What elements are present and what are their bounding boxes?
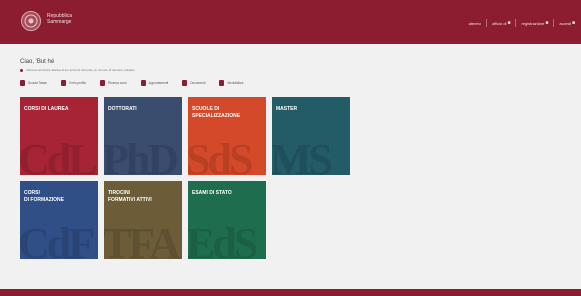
tile-master[interactable]: MS Master — [272, 97, 350, 175]
tile-watermark: CdF — [20, 219, 95, 259]
nav-divider — [553, 19, 555, 27]
quick-link-label: Documenti — [190, 81, 206, 85]
quick-link-label: Ricerca corsi — [108, 81, 127, 85]
quick-link-label: Scuola Tasse — [28, 81, 47, 85]
brand-name[interactable]: Repubblica Sammarge — [47, 13, 72, 25]
profile-icon — [60, 80, 66, 86]
tile-scuole-di-specializzazione[interactable]: SdS Scuole di specializzazione — [188, 97, 266, 175]
nav-divider — [485, 19, 487, 27]
top-header: Repubblica Sammarge ateneo ufficio di ■ … — [0, 0, 581, 44]
tile-label: Tirocini formativi attivi — [108, 190, 152, 203]
nav-item-label: ufficio di — [491, 20, 507, 26]
nav-item-accedi[interactable]: accedi ■ — [559, 20, 575, 26]
nav-item-label: ateneo — [468, 20, 481, 26]
nav-item-ufficio[interactable]: ufficio di ■ — [492, 20, 511, 26]
tile-corsi-di-formazione[interactable]: CdF Corsi di formazione — [20, 181, 98, 259]
tile-watermark: MS — [272, 135, 333, 175]
quick-link-documenti[interactable]: Documenti — [182, 80, 205, 86]
user-icon: ■ — [545, 20, 549, 26]
tile-esami-di-stato[interactable]: EdS Esami di stato — [188, 181, 266, 259]
form-icon — [219, 80, 225, 86]
quick-link-label: Il mio profilo — [68, 81, 87, 85]
quick-link-ricerca[interactable]: Ricerca corsi — [100, 80, 127, 86]
nav-item-label: registrazione — [521, 20, 545, 26]
tile-watermark: PhD — [104, 135, 179, 175]
university-logo-icon[interactable] — [21, 11, 41, 31]
search-icon — [100, 80, 106, 86]
folder-icon — [182, 80, 188, 86]
nav-item-registrazione[interactable]: registrazione ■ — [521, 20, 548, 26]
footer-bar — [0, 289, 581, 296]
top-navigation: ateneo ufficio di ■ registrazione ■ acce… — [464, 19, 575, 27]
quick-link-modulistica[interactable]: Modulistica — [219, 80, 243, 86]
tile-watermark: EdS — [188, 219, 258, 259]
tile-tirocini-formativi-attivi[interactable]: TFA Tirocini formativi attivi — [104, 181, 182, 259]
quick-link-profilo[interactable]: Il mio profilo — [60, 80, 87, 86]
brand-line-2: Sammarge — [47, 19, 72, 25]
quick-links-bar: Scuola Tasse Il mio profilo Ricerca cors… — [20, 80, 243, 86]
quick-link-tasse[interactable]: Scuola Tasse — [20, 80, 47, 86]
tile-label: Master — [276, 106, 298, 112]
nav-item-ateneo[interactable]: ateneo — [469, 21, 481, 26]
nav-item-label: accedi — [559, 20, 571, 26]
nav-divider — [515, 19, 517, 27]
tile-watermark: TFA — [104, 219, 181, 259]
tile-label: Corsi di laurea — [24, 106, 69, 112]
tile-label: Dottorati — [108, 106, 137, 112]
tile-corsi-di-laurea[interactable]: CdL Corsi di laurea — [20, 97, 98, 175]
calendar-icon — [140, 80, 146, 86]
page-title: Ciao, 'But hé — [20, 59, 55, 65]
tile-dottorati[interactable]: PhD Dottorati — [104, 97, 182, 175]
tile-watermark: SdS — [188, 135, 253, 175]
alert-icon — [20, 68, 23, 72]
lock-icon: ■ — [571, 20, 575, 26]
tile-label: Corsi di formazione — [24, 190, 64, 203]
quick-link-label: Appuntamenti — [148, 81, 169, 85]
quick-link-appuntamenti[interactable]: Appuntamenti — [140, 80, 169, 86]
quick-link-label: Modulistica — [227, 81, 244, 85]
user-icon: ■ — [507, 20, 511, 26]
security-notice[interactable]: Attiva la sicurezza relativa al tuo acco… — [20, 68, 135, 72]
security-notice-text: Attiva la sicurezza relativa al tuo acco… — [26, 68, 135, 72]
document-icon — [20, 80, 25, 86]
tile-watermark: CdL — [20, 135, 98, 175]
tile-label: Scuole di specializzazione — [192, 106, 241, 119]
tile-label: Esami di stato — [192, 190, 232, 196]
